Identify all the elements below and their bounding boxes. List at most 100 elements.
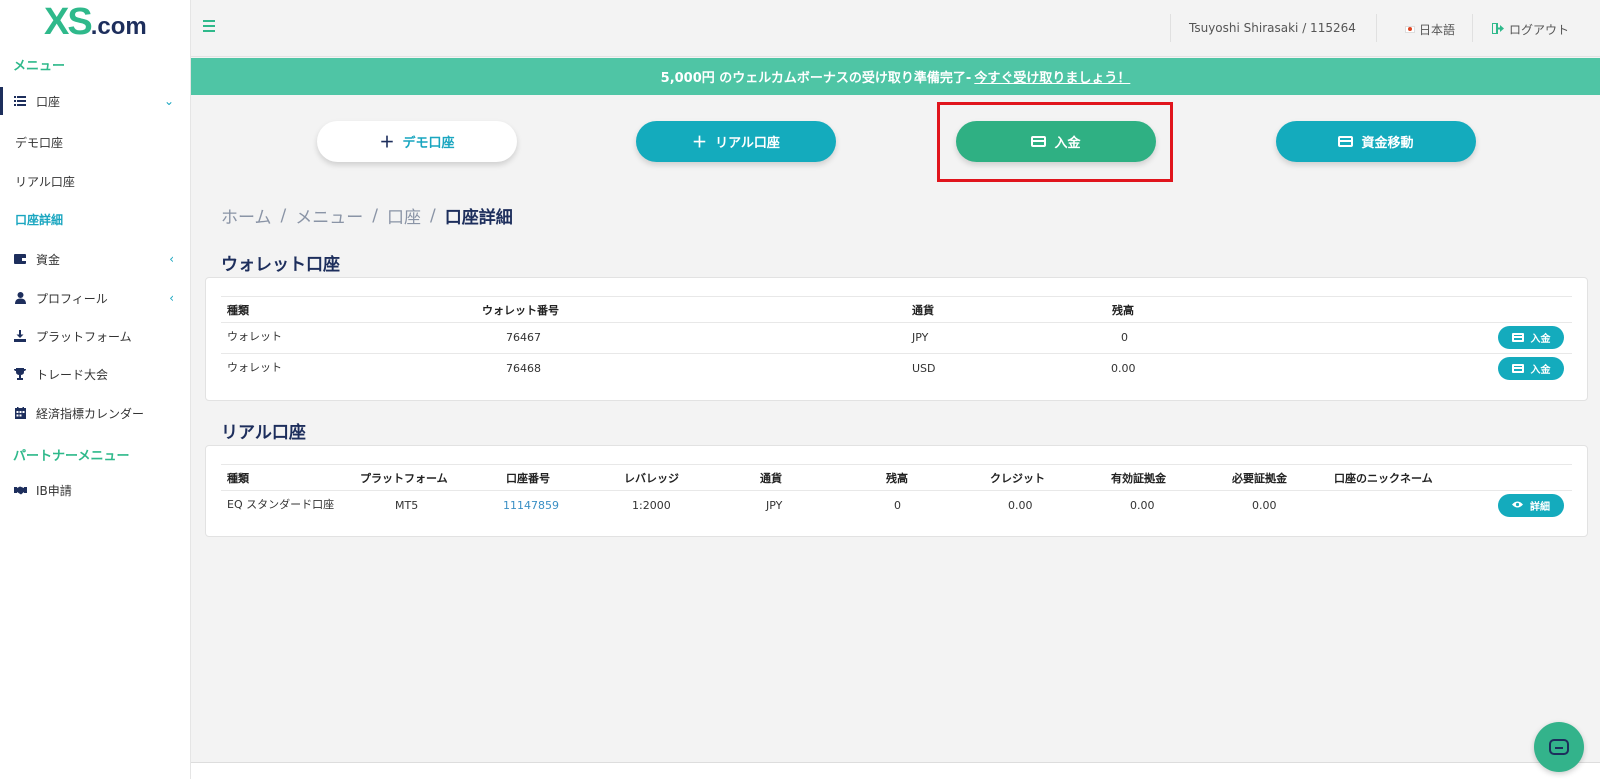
- account-margin: 0.00: [1252, 499, 1277, 512]
- handshake-icon: [13, 483, 27, 497]
- breadcrumb-home[interactable]: ホーム: [221, 203, 272, 228]
- chat-widget-button[interactable]: [1534, 722, 1584, 772]
- divider: [1376, 14, 1377, 42]
- japan-flag-icon: [1405, 26, 1415, 33]
- breadcrumb-separator: /: [372, 205, 378, 226]
- wallet-number: 76467: [506, 331, 541, 344]
- account-details-button[interactable]: 詳細: [1498, 494, 1564, 517]
- real-account-section-title: リアル口座: [221, 423, 306, 443]
- logo-main: XS: [44, 1, 93, 43]
- column-header: 通貨: [912, 304, 934, 317]
- demo-account-button[interactable]: ＋ デモ口座: [317, 121, 517, 162]
- wallet-section-title: ウォレット口座: [221, 255, 340, 275]
- credit-card-icon: [1338, 136, 1354, 147]
- button-label: 詳細: [1530, 502, 1550, 513]
- highlight-box: [937, 102, 1173, 182]
- account-leverage: 1:2000: [632, 499, 671, 512]
- plus-icon: ＋: [692, 133, 708, 151]
- sidebar-item-profile[interactable]: プロフィール ‹: [0, 284, 190, 312]
- account-type: EQ スタンダード口座: [227, 498, 335, 511]
- sign-out-icon: [1491, 21, 1504, 37]
- wallet-type: ウォレット: [227, 361, 282, 374]
- welcome-bonus-banner: 5,000円 のウェルカムボーナスの受け取り準備完了- 今すぐ受け取りましょう！: [191, 58, 1600, 95]
- sidebar-item-label: 口座: [36, 94, 61, 109]
- column-header: 残高: [886, 472, 908, 485]
- banner-claim-link[interactable]: 今すぐ受け取りましょう！: [974, 67, 1130, 86]
- divider: [221, 296, 1572, 297]
- sidebar-item-funds[interactable]: 資金 ‹: [0, 245, 190, 273]
- chevron-left-icon: ‹: [169, 291, 174, 305]
- divider: [221, 353, 1572, 354]
- sidebar-item-label: プロフィール: [36, 291, 108, 306]
- sidebar-item-trade-contest[interactable]: トレード大会: [0, 360, 190, 388]
- logout-link[interactable]: ログアウト: [1491, 21, 1570, 38]
- breadcrumb-separator: /: [429, 205, 436, 226]
- logout-label: ログアウト: [1509, 23, 1570, 37]
- wallet-currency: USD: [912, 362, 936, 375]
- account-number-link[interactable]: 11147859: [503, 499, 559, 512]
- sidebar-item-label: IB申請: [36, 483, 72, 498]
- row-deposit-button[interactable]: 入金: [1498, 357, 1564, 380]
- account-currency: JPY: [766, 499, 783, 512]
- wallet-number: 76468: [506, 362, 541, 375]
- sidebar-item-demo-account[interactable]: デモ口座: [15, 134, 63, 151]
- divider: [1472, 14, 1473, 42]
- wallet-balance: 0.00: [1111, 362, 1136, 375]
- chevron-left-icon: ‹: [169, 252, 174, 266]
- sidebar-item-account-details[interactable]: 口座詳細: [15, 211, 63, 228]
- sidebar-item-label: 資金: [36, 252, 61, 267]
- hamburger-menu-icon[interactable]: [203, 20, 215, 32]
- sidebar-item-platform[interactable]: プラットフォーム: [0, 322, 190, 350]
- language-selector[interactable]: 日本語: [1405, 21, 1455, 38]
- divider: [1170, 14, 1171, 42]
- eye-icon: [1512, 500, 1523, 511]
- download-icon: [13, 329, 27, 343]
- wallet-card: 種類 ウォレット番号 通貨 残高 ウォレット 76467 JPY 0 入金 ウォ…: [205, 277, 1588, 401]
- divider: [221, 464, 1572, 465]
- button-label: デモ口座: [402, 136, 455, 151]
- divider: [221, 322, 1572, 323]
- button-label: リアル口座: [715, 136, 780, 151]
- chat-icon: [1549, 739, 1569, 755]
- wallet-type: ウォレット: [227, 330, 282, 343]
- column-header: 口座のニックネーム: [1334, 472, 1433, 485]
- credit-card-icon: [1511, 333, 1524, 342]
- real-account-card: 種類 プラットフォーム 口座番号 レバレッジ 通貨 残高 クレジット 有効証拠金…: [205, 445, 1588, 537]
- breadcrumb-menu[interactable]: メニュー: [295, 203, 363, 228]
- button-label: 資金移動: [1361, 136, 1414, 151]
- sidebar-item-label: トレード大会: [36, 367, 109, 382]
- plus-icon: ＋: [379, 133, 395, 151]
- breadcrumb-account[interactable]: 口座: [387, 203, 421, 228]
- language-label: 日本語: [1419, 23, 1456, 37]
- button-label: 入金: [1530, 365, 1551, 376]
- sidebar-item-ib-apply[interactable]: IB申請: [0, 476, 190, 504]
- trophy-icon: [13, 367, 27, 381]
- user-name-id: Tsuyoshi Shirasaki / 115264: [1189, 21, 1356, 35]
- chevron-down-icon: ⌄: [163, 94, 174, 108]
- row-deposit-button[interactable]: 入金: [1498, 326, 1564, 349]
- column-header: 口座番号: [506, 472, 550, 485]
- list-icon: [13, 94, 27, 108]
- fund-transfer-button[interactable]: 資金移動: [1276, 121, 1476, 162]
- partner-menu-heading: パートナーメニュー: [13, 449, 130, 464]
- banner-text: 5,000円 のウェルカムボーナスの受け取り準備完了-: [660, 71, 972, 86]
- sidebar-item-real-account[interactable]: リアル口座: [15, 173, 75, 190]
- column-header: 必要証拠金: [1232, 472, 1287, 485]
- divider: [221, 490, 1572, 491]
- sidebar-item-econ-calendar[interactable]: 経済指標カレンダー: [0, 399, 190, 427]
- real-account-button[interactable]: ＋ リアル口座: [636, 121, 836, 162]
- column-header: 有効証拠金: [1111, 472, 1166, 485]
- sidebar-item-label: 経済指標カレンダー: [36, 406, 145, 421]
- sidebar-item-accounts[interactable]: 口座 ⌄: [0, 87, 190, 115]
- wallet-currency: JPY: [912, 331, 929, 344]
- account-balance: 0: [894, 499, 901, 512]
- breadcrumb-current: 口座詳細: [444, 208, 513, 228]
- column-header: 種類: [227, 304, 249, 317]
- menu-heading: メニュー: [13, 59, 66, 74]
- button-label: 入金: [1530, 334, 1551, 345]
- brand-logo[interactable]: XS .com: [44, 1, 147, 43]
- account-equity: 0.00: [1130, 499, 1155, 512]
- breadcrumb: ホーム / メニュー / 口座 / 口座詳細: [221, 203, 513, 229]
- column-header: プラットフォーム: [360, 472, 448, 485]
- sidebar-item-label: プラットフォーム: [36, 329, 132, 344]
